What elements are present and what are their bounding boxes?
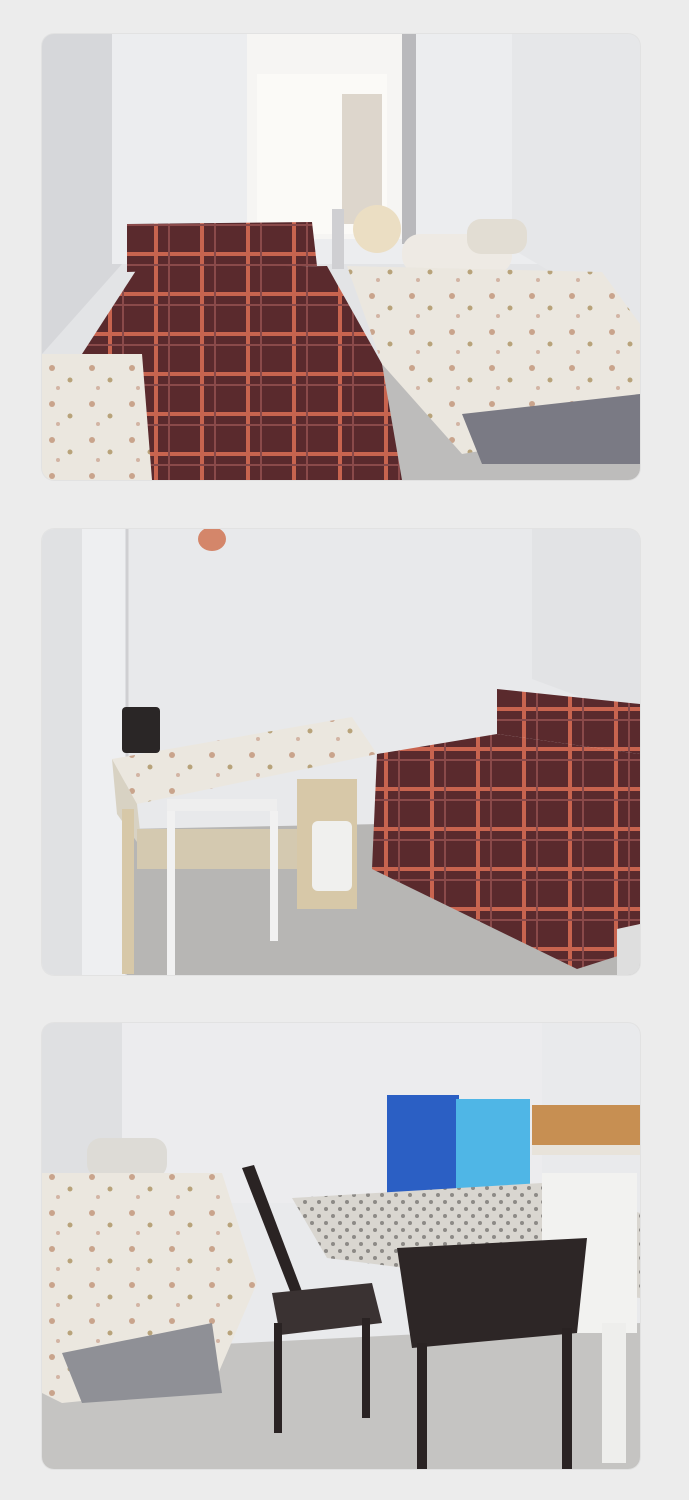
photo-card-3[interactable]: [42, 1023, 640, 1469]
bedroom-photo-2: [42, 529, 640, 975]
bedroom-photo-3: [42, 1023, 640, 1469]
bedroom-photo-1: [42, 34, 640, 480]
photo-card-2[interactable]: [42, 529, 640, 975]
photo-card-1[interactable]: [42, 34, 640, 480]
photo-gallery: [0, 0, 689, 1500]
